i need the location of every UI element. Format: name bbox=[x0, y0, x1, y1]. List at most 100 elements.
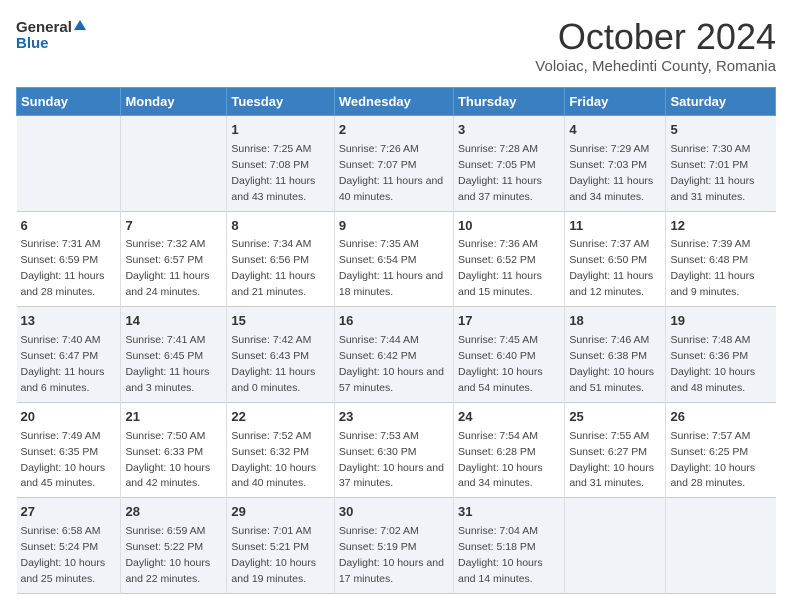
calendar-cell: 24 Sunrise: 7:54 AM Sunset: 6:28 PM Dayli… bbox=[453, 402, 564, 498]
day-number: 29 bbox=[231, 503, 329, 522]
day-number: 4 bbox=[569, 121, 661, 140]
calendar-cell: 11 Sunrise: 7:37 AM Sunset: 6:50 PM Dayli… bbox=[565, 211, 666, 307]
day-info: Sunrise: 7:04 AM Sunset: 5:18 PM Dayligh… bbox=[458, 525, 543, 585]
calendar-cell: 1 Sunrise: 7:25 AM Sunset: 7:08 PM Daylig… bbox=[227, 116, 334, 212]
day-number: 15 bbox=[231, 312, 329, 331]
day-number: 1 bbox=[231, 121, 329, 140]
day-number: 26 bbox=[670, 408, 771, 427]
day-info: Sunrise: 7:48 AM Sunset: 6:36 PM Dayligh… bbox=[670, 334, 755, 394]
calendar-cell: 14 Sunrise: 7:41 AM Sunset: 6:45 PM Dayli… bbox=[121, 307, 227, 403]
calendar-cell: 27Sunrise: 6:58 AM Sunset: 5:24 PM Dayli… bbox=[17, 498, 121, 594]
day-number: 7 bbox=[125, 217, 222, 236]
col-header-monday: Monday bbox=[121, 88, 227, 116]
calendar-cell: 17Sunrise: 7:45 AM Sunset: 6:40 PM Dayli… bbox=[453, 307, 564, 403]
svg-text:General: General bbox=[16, 19, 72, 36]
calendar-cell bbox=[666, 498, 776, 594]
week-row-2: 13 Sunrise: 7:40 AM Sunset: 6:47 PM Dayli… bbox=[17, 307, 776, 403]
day-info: Sunrise: 7:57 AM Sunset: 6:25 PM Dayligh… bbox=[670, 430, 755, 490]
day-number: 31 bbox=[458, 503, 560, 522]
col-header-sunday: Sunday bbox=[17, 88, 121, 116]
page-header: General Blue October 2024 Voloiac, Mehed… bbox=[16, 16, 776, 75]
day-number: 24 bbox=[458, 408, 560, 427]
day-number: 16 bbox=[339, 312, 449, 331]
col-header-friday: Friday bbox=[565, 88, 666, 116]
logo-svg: General Blue bbox=[16, 16, 86, 58]
calendar-cell: 8Sunrise: 7:34 AM Sunset: 6:56 PM Daylig… bbox=[227, 211, 334, 307]
day-info: Sunrise: 7:45 AM Sunset: 6:40 PM Dayligh… bbox=[458, 334, 543, 394]
calendar-cell: 7 Sunrise: 7:32 AM Sunset: 6:57 PM Daylig… bbox=[121, 211, 227, 307]
calendar-cell: 2 Sunrise: 7:26 AM Sunset: 7:07 PM Daylig… bbox=[334, 116, 453, 212]
day-info: Sunrise: 7:01 AM Sunset: 5:21 PM Dayligh… bbox=[231, 525, 316, 585]
location: Voloiac, Mehedinti County, Romania bbox=[535, 58, 776, 75]
calendar-cell: 16 Sunrise: 7:44 AM Sunset: 6:42 PM Dayli… bbox=[334, 307, 453, 403]
day-info: Sunrise: 7:44 AM Sunset: 6:42 PM Dayligh… bbox=[339, 334, 444, 394]
day-number: 19 bbox=[670, 312, 771, 331]
svg-text:Blue: Blue bbox=[16, 35, 49, 52]
day-info: Sunrise: 7:52 AM Sunset: 6:32 PM Dayligh… bbox=[231, 430, 316, 490]
calendar-cell: 4 Sunrise: 7:29 AM Sunset: 7:03 PM Daylig… bbox=[565, 116, 666, 212]
day-info: Sunrise: 7:50 AM Sunset: 6:33 PM Dayligh… bbox=[125, 430, 210, 490]
day-info: Sunrise: 7:32 AM Sunset: 6:57 PM Dayligh… bbox=[125, 238, 209, 298]
calendar-cell: 23 Sunrise: 7:53 AM Sunset: 6:30 PM Dayli… bbox=[334, 402, 453, 498]
week-row-0: 1 Sunrise: 7:25 AM Sunset: 7:08 PM Daylig… bbox=[17, 116, 776, 212]
logo: General Blue bbox=[16, 16, 86, 58]
calendar-cell bbox=[565, 498, 666, 594]
day-info: Sunrise: 7:46 AM Sunset: 6:38 PM Dayligh… bbox=[569, 334, 654, 394]
calendar-cell: 25 Sunrise: 7:55 AM Sunset: 6:27 PM Dayli… bbox=[565, 402, 666, 498]
day-info: Sunrise: 7:37 AM Sunset: 6:50 PM Dayligh… bbox=[569, 238, 653, 298]
day-number: 23 bbox=[339, 408, 449, 427]
day-info: Sunrise: 7:41 AM Sunset: 6:45 PM Dayligh… bbox=[125, 334, 209, 394]
day-info: Sunrise: 7:36 AM Sunset: 6:52 PM Dayligh… bbox=[458, 238, 542, 298]
col-header-tuesday: Tuesday bbox=[227, 88, 334, 116]
calendar-table: SundayMondayTuesdayWednesdayThursdayFrid… bbox=[16, 87, 776, 594]
day-number: 3 bbox=[458, 121, 560, 140]
day-number: 30 bbox=[339, 503, 449, 522]
day-number: 11 bbox=[569, 217, 661, 236]
day-info: Sunrise: 7:53 AM Sunset: 6:30 PM Dayligh… bbox=[339, 430, 444, 490]
day-number: 8 bbox=[231, 217, 329, 236]
day-info: Sunrise: 7:02 AM Sunset: 5:19 PM Dayligh… bbox=[339, 525, 444, 585]
calendar-cell: 5 Sunrise: 7:30 AM Sunset: 7:01 PM Daylig… bbox=[666, 116, 776, 212]
day-number: 14 bbox=[125, 312, 222, 331]
day-info: Sunrise: 7:35 AM Sunset: 6:54 PM Dayligh… bbox=[339, 238, 443, 298]
day-number: 27 bbox=[21, 503, 117, 522]
day-info: Sunrise: 7:29 AM Sunset: 7:03 PM Dayligh… bbox=[569, 143, 653, 203]
day-number: 9 bbox=[339, 217, 449, 236]
day-info: Sunrise: 7:40 AM Sunset: 6:47 PM Dayligh… bbox=[21, 334, 105, 394]
day-info: Sunrise: 7:55 AM Sunset: 6:27 PM Dayligh… bbox=[569, 430, 654, 490]
day-info: Sunrise: 7:30 AM Sunset: 7:01 PM Dayligh… bbox=[670, 143, 754, 203]
calendar-cell: 19 Sunrise: 7:48 AM Sunset: 6:36 PM Dayli… bbox=[666, 307, 776, 403]
day-info: Sunrise: 7:25 AM Sunset: 7:08 PM Dayligh… bbox=[231, 143, 315, 203]
calendar-cell: 28Sunrise: 6:59 AM Sunset: 5:22 PM Dayli… bbox=[121, 498, 227, 594]
calendar-cell: 9 Sunrise: 7:35 AM Sunset: 6:54 PM Daylig… bbox=[334, 211, 453, 307]
day-number: 13 bbox=[21, 312, 117, 331]
day-number: 21 bbox=[125, 408, 222, 427]
month-title: October 2024 bbox=[535, 16, 776, 58]
calendar-cell: 20Sunrise: 7:49 AM Sunset: 6:35 PM Dayli… bbox=[17, 402, 121, 498]
calendar-cell: 15 Sunrise: 7:42 AM Sunset: 6:43 PM Dayli… bbox=[227, 307, 334, 403]
day-info: Sunrise: 7:54 AM Sunset: 6:28 PM Dayligh… bbox=[458, 430, 543, 490]
day-number: 25 bbox=[569, 408, 661, 427]
day-number: 10 bbox=[458, 217, 560, 236]
day-info: Sunrise: 7:31 AM Sunset: 6:59 PM Dayligh… bbox=[21, 238, 105, 298]
day-number: 2 bbox=[339, 121, 449, 140]
col-header-wednesday: Wednesday bbox=[334, 88, 453, 116]
calendar-cell: 18 Sunrise: 7:46 AM Sunset: 6:38 PM Dayli… bbox=[565, 307, 666, 403]
calendar-cell: 26 Sunrise: 7:57 AM Sunset: 6:25 PM Dayli… bbox=[666, 402, 776, 498]
calendar-cell bbox=[121, 116, 227, 212]
day-info: Sunrise: 7:42 AM Sunset: 6:43 PM Dayligh… bbox=[231, 334, 315, 394]
calendar-cell: 21 Sunrise: 7:50 AM Sunset: 6:33 PM Dayli… bbox=[121, 402, 227, 498]
calendar-cell: 30 Sunrise: 7:02 AM Sunset: 5:19 PM Dayli… bbox=[334, 498, 453, 594]
day-info: Sunrise: 7:49 AM Sunset: 6:35 PM Dayligh… bbox=[21, 430, 106, 490]
calendar-cell: 12Sunrise: 7:39 AM Sunset: 6:48 PM Dayli… bbox=[666, 211, 776, 307]
day-number: 18 bbox=[569, 312, 661, 331]
day-number: 28 bbox=[125, 503, 222, 522]
header-row: SundayMondayTuesdayWednesdayThursdayFrid… bbox=[17, 88, 776, 116]
calendar-cell: 22Sunrise: 7:52 AM Sunset: 6:32 PM Dayli… bbox=[227, 402, 334, 498]
day-info: Sunrise: 7:26 AM Sunset: 7:07 PM Dayligh… bbox=[339, 143, 443, 203]
day-number: 6 bbox=[21, 217, 117, 236]
day-number: 5 bbox=[670, 121, 771, 140]
col-header-saturday: Saturday bbox=[666, 88, 776, 116]
week-row-1: 6 Sunrise: 7:31 AM Sunset: 6:59 PM Daylig… bbox=[17, 211, 776, 307]
title-block: October 2024 Voloiac, Mehedinti County, … bbox=[535, 16, 776, 75]
